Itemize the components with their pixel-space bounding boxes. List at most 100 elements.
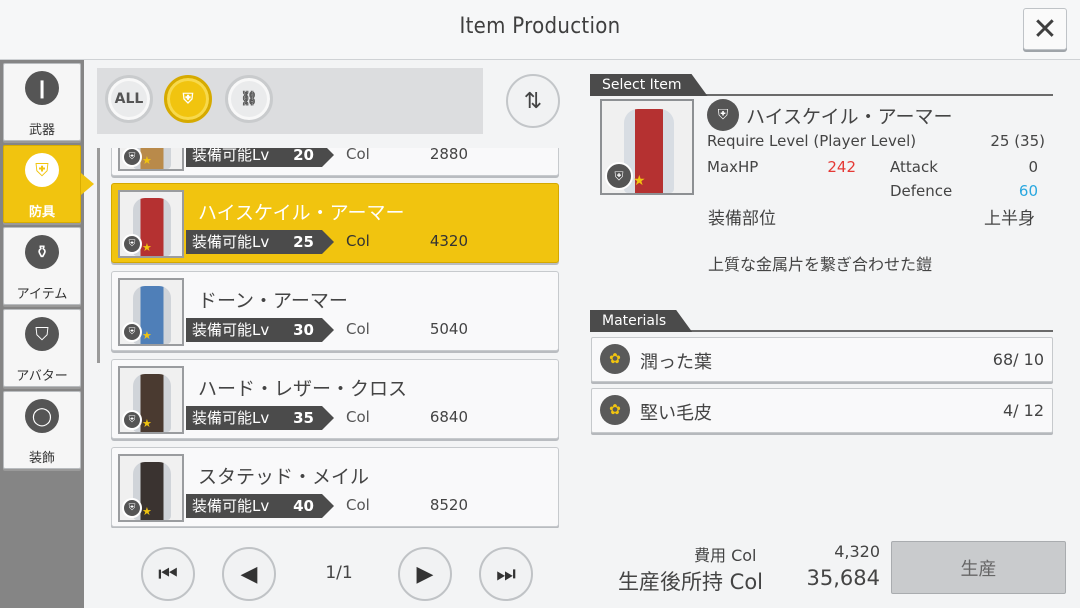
category-tab-label: 装飾 xyxy=(28,451,55,466)
col-label: Col xyxy=(346,148,370,163)
next-page-button[interactable]: ▶ xyxy=(398,547,452,601)
selected-item-image: ⛨ ★ xyxy=(600,99,694,195)
page-title: Item Production xyxy=(459,14,621,39)
list-scrollbar[interactable] xyxy=(97,148,100,363)
col-after-value: 35,684 xyxy=(806,566,880,590)
item-row[interactable]: ⛨ ★ ドーン・アーマー 装備可能Lv 30 Col 5040 xyxy=(111,271,559,351)
last-page-icon: ⏭ xyxy=(496,561,516,587)
slot-label: 装備部位 xyxy=(708,209,776,229)
level-badge: 装備可能Lv 30 xyxy=(186,318,334,342)
col-label: Col xyxy=(346,320,370,338)
all-filter-icon: ALL xyxy=(114,91,144,107)
page-indicator: 1/1 xyxy=(325,563,353,583)
armor-type-icon: ⛨ xyxy=(122,234,142,254)
category-tab-5[interactable]: ◯ 装飾 xyxy=(3,391,81,469)
level-badge: 装備可能Lv 40 xyxy=(186,494,334,518)
defence-value: 60 xyxy=(1018,182,1038,200)
slot-value: 上半身 xyxy=(984,209,1035,229)
header-bar: Item Production ✕ xyxy=(0,0,1080,60)
material-bag-icon: ✿ xyxy=(600,344,630,374)
level-badge: 装備可能Lv 35 xyxy=(186,406,334,430)
level-value: 20 xyxy=(293,148,314,164)
selected-item-name: ハイスケイル・アーマー xyxy=(746,106,953,128)
category-tab-label: アバター xyxy=(16,369,68,384)
prev-page-icon: ◀ xyxy=(240,561,258,587)
armor-type-icon: ⛨ xyxy=(122,322,142,342)
level-value: 35 xyxy=(293,409,314,427)
cost-value: 4,320 xyxy=(834,542,880,561)
item-row[interactable]: ⛨ ★ ハイスケイル・アーマー 装備可能Lv 25 Col 4320 xyxy=(111,183,559,263)
category-tab-1[interactable]: ❙ 武器 xyxy=(3,63,81,141)
item-name: ハイスケイル・アーマー xyxy=(198,202,405,224)
select-item-header: Select Item xyxy=(590,74,1053,96)
potion-icon: ⚱ xyxy=(25,235,59,269)
col-price: 6840 xyxy=(429,408,468,426)
require-level-value: 25 (35) xyxy=(990,132,1045,150)
category-tab-2[interactable]: ⛨ 防具 xyxy=(3,145,94,223)
item-thumbnail: ⛨ ★ xyxy=(118,278,184,346)
category-tab-3[interactable]: ⚱ アイテム xyxy=(3,227,81,305)
rarity-star-icon: ★ xyxy=(142,329,152,342)
maxhp-label: MaxHP xyxy=(707,158,759,176)
level-badge: 装備可能Lv 20 xyxy=(186,148,334,167)
require-level-label: Require Level (Player Level) xyxy=(707,132,917,150)
col-after-label: 生産後所持 Col xyxy=(618,570,764,594)
first-page-button[interactable]: ⏮ xyxy=(141,547,195,601)
armor-category-icon: ⛨ xyxy=(707,99,739,131)
item-row[interactable]: ⛨ ★ 装備可能Lv 20 Col 2880 xyxy=(111,148,559,176)
col-label: Col xyxy=(346,496,370,514)
rarity-star-icon: ★ xyxy=(142,505,152,518)
close-icon: ✕ xyxy=(1032,11,1058,47)
produce-button[interactable]: 生産 xyxy=(891,541,1066,594)
select-item-label: Select Item xyxy=(590,74,708,96)
category-tab-label: アイテム xyxy=(16,287,68,302)
material-count: 68/ 10 xyxy=(992,350,1044,369)
last-page-button[interactable]: ⏭ xyxy=(479,547,533,601)
lower-body-filter-icon: ⛓ xyxy=(240,91,258,107)
maxhp-value: 242 xyxy=(827,158,856,176)
category-tab-label: 武器 xyxy=(28,123,55,138)
col-price: 4320 xyxy=(429,232,468,250)
item-name: スタテッド・メイル xyxy=(198,466,370,488)
level-prefix: 装備可能Lv xyxy=(192,409,270,427)
item-row[interactable]: ⛨ ★ スタテッド・メイル 装備可能Lv 40 Col 8520 xyxy=(111,447,559,527)
cost-label: 費用 Col xyxy=(694,546,757,565)
category-tab-label: 防具 xyxy=(28,205,55,220)
item-row[interactable]: ⛨ ★ ハード・レザー・クロス 装備可能Lv 35 Col 6840 xyxy=(111,359,559,439)
level-prefix: 装備可能Lv xyxy=(192,497,270,515)
filter-button-3[interactable]: ⛓ xyxy=(225,75,273,123)
material-count: 4/ 12 xyxy=(1002,401,1044,420)
filter-button-1[interactable]: ALL xyxy=(105,75,153,123)
armor-type-icon: ⛨ xyxy=(122,498,142,518)
armor-type-icon: ⛨ xyxy=(122,148,142,167)
item-name: ハード・レザー・クロス xyxy=(198,378,408,400)
material-row: ✿ 堅い毛皮 4/ 12 xyxy=(591,388,1053,433)
item-list[interactable]: ⛨ ★ 装備可能Lv 20 Col 2880 ⛨ ★ ハイスケイル・アーマー 装備可能Lv 25 Co… xyxy=(97,148,565,528)
col-label: Col xyxy=(346,232,370,250)
rarity-star-icon: ★ xyxy=(142,241,152,254)
sort-button[interactable]: ⇅ xyxy=(506,74,560,128)
next-page-icon: ▶ xyxy=(416,561,434,587)
material-name: 堅い毛皮 xyxy=(640,403,712,424)
sort-icon: ⇅ xyxy=(523,88,543,114)
first-page-icon: ⏮ xyxy=(158,561,178,587)
rarity-star-icon: ★ xyxy=(142,154,152,167)
material-row: ✿ 潤った葉 68/ 10 xyxy=(591,337,1053,382)
filter-button-2[interactable]: ⛨ xyxy=(164,75,212,123)
armor-type-icon: ⛨ xyxy=(605,162,633,190)
coat-icon: ⛉ xyxy=(25,317,59,351)
prev-page-button[interactable]: ◀ xyxy=(222,547,276,601)
item-thumbnail: ⛨ ★ xyxy=(118,190,184,258)
category-sidebar: ❙ 武器 ⛨ 防具 ⚱ アイテム ⛉ アバター ◯ 装飾 xyxy=(0,60,94,608)
upper-body-filter-icon: ⛨ xyxy=(182,91,194,107)
level-value: 40 xyxy=(293,497,314,515)
level-prefix: 装備可能Lv xyxy=(192,233,270,251)
defence-label: Defence xyxy=(890,182,953,200)
close-button[interactable]: ✕ xyxy=(1023,8,1067,50)
rarity-star-icon: ★ xyxy=(633,173,646,189)
level-value: 30 xyxy=(293,321,314,339)
col-price: 5040 xyxy=(429,320,468,338)
item-thumbnail: ⛨ ★ xyxy=(118,454,184,522)
category-tab-4[interactable]: ⛉ アバター xyxy=(3,309,81,387)
rarity-star-icon: ★ xyxy=(142,417,152,430)
